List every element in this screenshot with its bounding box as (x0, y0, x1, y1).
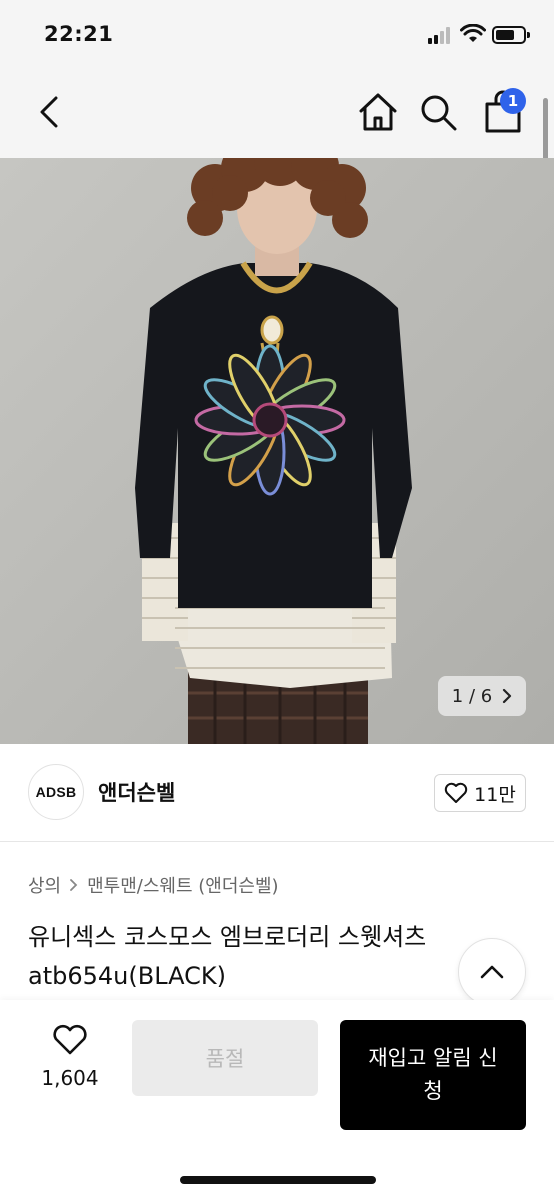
bottom-action-bar: 1,604 품절 재입고 알림 신청 (0, 1000, 554, 1200)
brand-like-button[interactable]: 11만 (434, 774, 526, 812)
brand-name[interactable]: 앤더슨벨 (98, 777, 175, 807)
wishlist-count: 1,604 (41, 1066, 99, 1090)
search-button[interactable] (416, 90, 460, 134)
image-pagination[interactable]: 1 / 6 (438, 676, 526, 716)
heart-icon (444, 782, 468, 803)
image-counter-text: 1 / 6 (451, 685, 493, 707)
cart-count-badge: 1 (500, 88, 526, 114)
battery-icon (492, 26, 530, 44)
status-time: 22:21 (44, 22, 114, 46)
product-photo (0, 158, 554, 744)
chevron-left-icon (40, 96, 58, 128)
cart-button[interactable]: 1 (478, 86, 528, 136)
status-bar: 22:21 (0, 0, 554, 70)
wishlist-button[interactable]: 1,604 (30, 1024, 110, 1094)
product-title: 유니섹스 코스모스 엠브로더리 스웻셔츠 atb654u(BLACK) (28, 923, 427, 990)
heart-icon (53, 1024, 87, 1055)
navigation-header: 1 (0, 70, 554, 158)
soldout-button: 품절 (132, 1020, 318, 1096)
home-button[interactable] (356, 90, 400, 134)
back-button[interactable] (30, 90, 70, 134)
wifi-icon (460, 24, 486, 42)
chevron-up-icon (480, 965, 504, 979)
product-image[interactable] (0, 158, 554, 744)
chevron-right-icon (503, 688, 512, 704)
breadcrumb: 상의 맨투맨/스웨트 (앤더슨벨) (28, 872, 279, 898)
brand-logo[interactable]: ADSB (28, 764, 84, 820)
home-icon (359, 93, 397, 131)
cellular-signal-icon (428, 26, 454, 44)
home-indicator[interactable] (180, 1176, 376, 1184)
restock-alert-button[interactable]: 재입고 알림 신청 (340, 1020, 526, 1130)
brand-like-count: 11만 (474, 783, 516, 806)
chevron-right-icon (70, 879, 78, 891)
breadcrumb-item-category[interactable]: 상의 (28, 872, 61, 898)
brand-row: ADSB 앤더슨벨 11만 (0, 744, 554, 842)
scroll-to-top-button[interactable] (458, 938, 526, 1006)
breadcrumb-item-subcategory[interactable]: 맨투맨/스웨트 (앤더슨벨) (87, 872, 278, 898)
search-icon (421, 95, 457, 131)
